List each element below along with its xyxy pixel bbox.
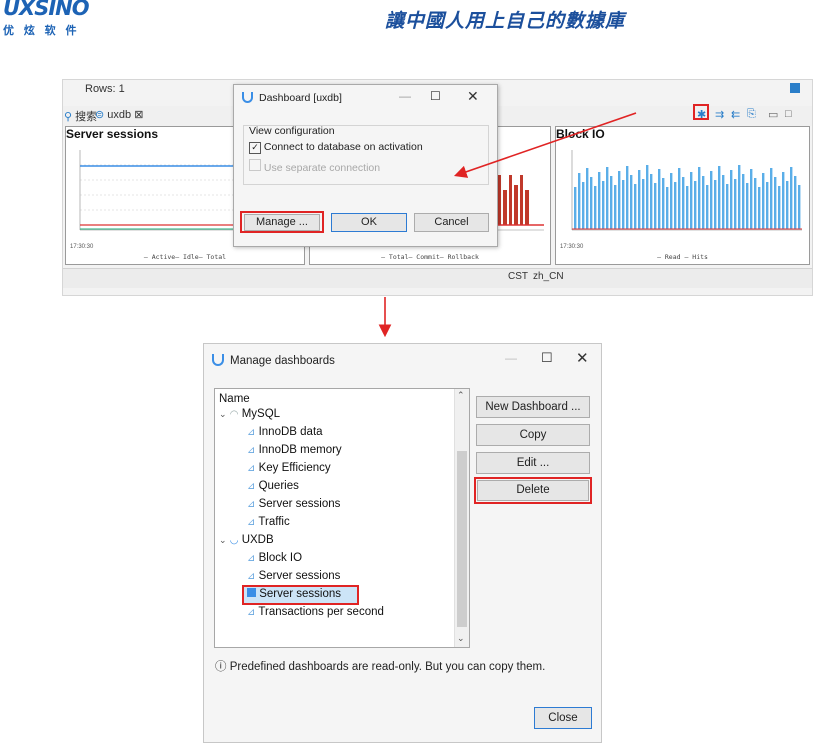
- group-label: MySQL: [241, 408, 281, 420]
- info-message: ⓘ Predefined dashboards are read-only. B…: [215, 658, 545, 674]
- scroll-up-icon[interactable]: ⌃: [457, 390, 465, 401]
- info-icon: ⓘ: [215, 661, 227, 673]
- close-icon[interactable]: ✕: [576, 349, 589, 367]
- tree-group-uxdb[interactable]: ⌄ ◡ UXDB: [219, 534, 274, 546]
- tree-item[interactable]: Server sessions: [247, 588, 341, 600]
- info-text: Predefined dashboards are read-only. But…: [229, 661, 546, 673]
- delete-button[interactable]: Delete: [477, 480, 589, 501]
- tree-item[interactable]: ⊿ Transactions per second: [247, 606, 384, 618]
- tree-item[interactable]: ⊿ Key Efficiency: [247, 462, 331, 474]
- tree-item[interactable]: ⊿ InnoDB memory: [247, 444, 342, 456]
- close-button[interactable]: Close: [534, 707, 592, 729]
- tree-item-label: Transactions per second: [258, 606, 384, 618]
- chart-icon: ⊿: [247, 463, 256, 474]
- chart-icon: ⊿: [247, 481, 256, 492]
- chart-icon: ⊿: [247, 517, 256, 528]
- tree-item[interactable]: ⊿ Block IO: [247, 552, 302, 564]
- tree-item-label: Block IO: [258, 552, 303, 564]
- chevron-down-icon: ⌄: [219, 535, 227, 545]
- chart-icon: ⊿: [247, 427, 256, 438]
- chart-icon: ⊿: [247, 571, 256, 582]
- tree-item-label: Server sessions: [259, 588, 342, 600]
- dashboard-tree[interactable]: Name ⌄ ◠ MySQL ⊿ InnoDB data ⊿ InnoDB me…: [214, 388, 470, 648]
- dialog-title: Manage dashboards: [230, 355, 335, 367]
- tree-item-label: Key Efficiency: [258, 462, 331, 474]
- tree-item[interactable]: ⊿ Queries: [247, 480, 299, 492]
- tree-item[interactable]: ⊿ InnoDB data: [247, 426, 323, 438]
- manage-dashboards-dialog: Manage dashboards — ☐ ✕ Name ⌄ ◠ MySQL ⊿…: [203, 343, 602, 743]
- tree-scrollbar[interactable]: ⌃ ⌄: [454, 389, 469, 647]
- tree-item-label: InnoDB data: [258, 426, 323, 438]
- chart-selected-icon: [247, 588, 256, 597]
- new-dashboard-button[interactable]: New Dashboard ...: [476, 396, 590, 418]
- copy-button[interactable]: Copy: [476, 424, 590, 446]
- scroll-down-icon[interactable]: ⌄: [457, 633, 465, 644]
- tree-item-label: Server sessions: [258, 498, 341, 510]
- minimize-icon[interactable]: —: [505, 351, 517, 365]
- chart-icon: ⊿: [247, 445, 256, 456]
- chart-icon: ⊿: [247, 553, 256, 564]
- uxdb-icon: ◡: [229, 535, 239, 546]
- chart-icon: ⊿: [247, 607, 256, 618]
- tree-group-mysql[interactable]: ⌄ ◠ MySQL: [219, 408, 280, 420]
- edit-button[interactable]: Edit ...: [476, 452, 590, 474]
- tree-item-label: InnoDB memory: [258, 444, 342, 456]
- tree-item[interactable]: ⊿ Server sessions: [247, 498, 340, 510]
- tree-item-label: Traffic: [258, 516, 290, 528]
- maximize-icon[interactable]: ☐: [541, 350, 553, 366]
- chart-icon: ⊿: [247, 499, 256, 510]
- tree-item[interactable]: ⊿ Server sessions: [247, 570, 340, 582]
- tree-header: Name: [219, 393, 250, 405]
- scroll-thumb[interactable]: [457, 451, 467, 627]
- group-label: UXDB: [241, 534, 274, 546]
- tree-item[interactable]: ⊿ Traffic: [247, 516, 290, 528]
- mysql-icon: ◠: [229, 409, 239, 420]
- tree-item-label: Queries: [258, 480, 299, 492]
- tree-item-label: Server sessions: [258, 570, 341, 582]
- chevron-down-icon: ⌄: [219, 409, 227, 419]
- app-icon: [212, 354, 224, 366]
